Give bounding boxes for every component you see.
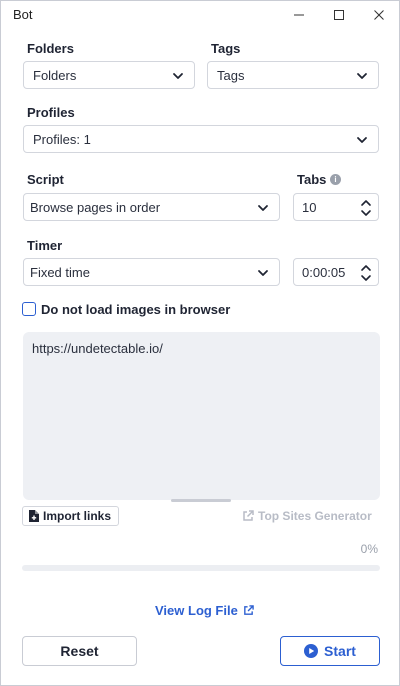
textarea-resize-handle[interactable] bbox=[171, 499, 231, 502]
script-label: Script bbox=[27, 172, 64, 187]
tags-select[interactable]: Tags bbox=[207, 61, 379, 89]
external-link-icon bbox=[243, 510, 254, 521]
no-images-label[interactable]: Do not load images in browser bbox=[41, 302, 230, 317]
top-sites-generator-link[interactable]: Top Sites Generator bbox=[242, 509, 372, 523]
folders-label: Folders bbox=[27, 41, 74, 56]
timer-time-value: 0:00:05 bbox=[302, 264, 346, 280]
chevron-down-icon bbox=[357, 73, 367, 79]
tags-label: Tags bbox=[211, 41, 241, 56]
links-textarea[interactable]: https://undetectable.io/ bbox=[23, 332, 380, 500]
maximize-button[interactable] bbox=[319, 1, 359, 29]
stepper-arrows-icon[interactable] bbox=[360, 197, 372, 219]
chevron-down-icon bbox=[173, 73, 183, 79]
info-icon[interactable]: i bbox=[330, 174, 341, 185]
chevron-down-icon bbox=[258, 270, 268, 276]
tabs-value: 10 bbox=[302, 199, 317, 215]
file-import-icon bbox=[29, 510, 39, 522]
script-select-value: Browse pages in order bbox=[30, 199, 161, 215]
folders-select-value: Folders bbox=[33, 67, 77, 83]
view-log-file-label: View Log File bbox=[155, 603, 238, 618]
profiles-label: Profiles bbox=[27, 105, 75, 120]
minimize-button[interactable] bbox=[279, 1, 319, 29]
progress-bar bbox=[22, 565, 380, 571]
import-links-button[interactable]: Import links bbox=[22, 506, 119, 526]
timer-time-stepper[interactable]: 0:00:05 bbox=[293, 258, 379, 286]
title-bar: Bot bbox=[1, 1, 399, 29]
profiles-select[interactable]: Profiles: 1 bbox=[23, 125, 379, 153]
tags-select-value: Tags bbox=[217, 67, 245, 83]
reset-button-label: Reset bbox=[60, 643, 99, 659]
close-button[interactable] bbox=[359, 1, 399, 29]
start-button[interactable]: Start bbox=[280, 636, 380, 666]
maximize-icon bbox=[334, 10, 344, 20]
script-select[interactable]: Browse pages in order bbox=[23, 193, 280, 221]
tabs-stepper[interactable]: 10 bbox=[293, 193, 379, 221]
profiles-select-value: Profiles: 1 bbox=[33, 131, 91, 147]
tabs-label: Tabs bbox=[297, 172, 327, 187]
progress-percent: 0% bbox=[360, 542, 378, 556]
timer-mode-select[interactable]: Fixed time bbox=[23, 258, 280, 286]
view-log-file-link[interactable]: View Log File bbox=[155, 603, 254, 618]
timer-label: Timer bbox=[27, 238, 63, 253]
folders-select[interactable]: Folders bbox=[23, 61, 195, 89]
close-icon bbox=[374, 10, 384, 20]
links-text: https://undetectable.io/ bbox=[32, 341, 163, 356]
minimize-icon bbox=[294, 14, 304, 16]
stepper-arrows-icon[interactable] bbox=[360, 262, 372, 284]
start-button-label: Start bbox=[324, 643, 356, 659]
external-link-icon bbox=[243, 605, 254, 615]
bot-window: Bot Folders Folders Tags Tags Profiles P… bbox=[0, 0, 400, 686]
window-title: Bot bbox=[13, 7, 33, 22]
top-sites-generator-label: Top Sites Generator bbox=[258, 509, 372, 523]
chevron-down-icon bbox=[357, 137, 367, 143]
no-images-checkbox[interactable] bbox=[22, 302, 36, 316]
play-circle-icon bbox=[304, 644, 319, 658]
import-links-label: Import links bbox=[43, 509, 112, 523]
reset-button[interactable]: Reset bbox=[22, 636, 137, 666]
timer-mode-value: Fixed time bbox=[30, 264, 90, 280]
chevron-down-icon bbox=[258, 205, 268, 211]
